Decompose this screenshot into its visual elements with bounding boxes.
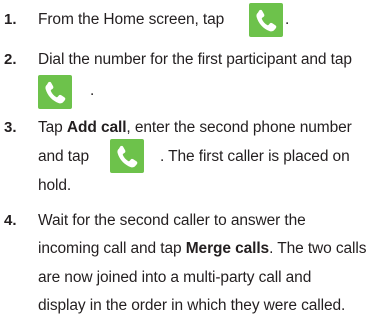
step-text-part: Tap	[38, 119, 63, 136]
phone-icon	[110, 139, 144, 173]
step-text-part: . The first caller is placed on	[160, 148, 350, 165]
step-number: 1.	[4, 11, 17, 28]
step-text: are now joined into a multi-party call a…	[38, 269, 312, 286]
step-text: and tap	[38, 148, 90, 165]
instruction-steps: 1. From the Home screen, tap . 2. Dial t…	[0, 0, 388, 322]
step-text: From the Home screen, tap	[38, 11, 224, 28]
step-number: 4.	[4, 212, 17, 229]
step-text: Wait for the second caller to answer the	[38, 212, 306, 229]
step-text: hold.	[38, 177, 72, 194]
step-text-part: .	[285, 11, 290, 28]
step-text-part: . The two calls	[269, 240, 367, 257]
step-text: incoming call and tap Merge calls. The t…	[38, 240, 366, 257]
step-text: display in the order in which they were …	[38, 297, 346, 314]
step-number: 2.	[4, 51, 17, 68]
add-call-label: Add call	[66, 119, 127, 136]
step-text-part: From the Home screen, tap	[38, 11, 225, 28]
step-number: 3.	[4, 119, 17, 136]
phone-icon	[249, 3, 283, 37]
step-text: Dial the number for the first participan…	[38, 51, 352, 68]
step-text: Tap Add call, enter the second phone num…	[38, 119, 352, 136]
step-text-part: .	[90, 82, 95, 99]
phone-icon	[38, 75, 72, 109]
step-text-part: incoming call and tap	[38, 240, 182, 257]
step-text-part: , enter the second phone number	[126, 119, 352, 136]
merge-calls-label: Merge calls	[185, 240, 270, 257]
